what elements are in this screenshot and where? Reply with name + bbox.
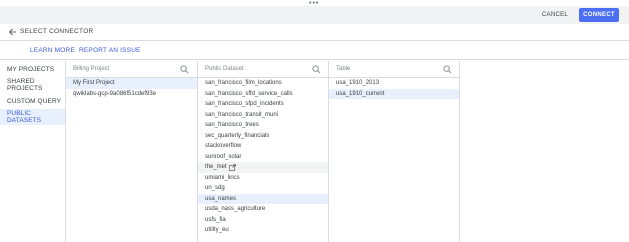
public-dataset-item-label: sunroof_solar bbox=[205, 153, 242, 160]
public-dataset-item[interactable]: sunroof_solar bbox=[198, 152, 328, 163]
public-dataset-item-label: utility_eu bbox=[205, 227, 229, 234]
public-dataset-item[interactable]: san_francisco_sffd_service_calls bbox=[198, 89, 328, 100]
public-dataset-item[interactable]: stackoverflow bbox=[198, 141, 328, 152]
table-list: usa_1910_2013 usa_1910_current bbox=[329, 78, 459, 99]
report-issue-link[interactable]: REPORT AN ISSUE bbox=[79, 47, 141, 54]
public-dataset-item[interactable]: sec_quarterly_financials bbox=[198, 131, 328, 142]
public-dataset-item[interactable]: san_francisco_film_locations bbox=[198, 78, 328, 89]
search-icon[interactable] bbox=[180, 65, 189, 74]
public-dataset-item-label: stackoverflow bbox=[205, 143, 242, 150]
table-label: Table bbox=[336, 66, 351, 72]
public-dataset-item[interactable]: san_francisco_transit_muni bbox=[198, 110, 328, 121]
public-dataset-item[interactable]: usda_nass_agriculture bbox=[198, 204, 328, 215]
billing-project-item-label: qwiklabs-gcp-9a086f51cdef93e bbox=[73, 90, 157, 97]
billing-project-header: Billing Project bbox=[66, 61, 197, 78]
public-dataset-item-label: usda_nass_agriculture bbox=[205, 206, 266, 213]
arrow-left-icon[interactable] bbox=[8, 26, 18, 38]
public-dataset-item-label: usa_names bbox=[205, 195, 237, 202]
table-item-label: usa_1910_2013 bbox=[336, 80, 380, 87]
public-dataset-item[interactable]: the_met bbox=[198, 162, 328, 173]
page-title: SELECT CONNECTOR bbox=[20, 28, 94, 35]
billing-project-label: Billing Project bbox=[73, 66, 110, 72]
public-dataset-item-label: san_francisco_sffd_service_calls bbox=[205, 90, 293, 97]
connect-button[interactable]: CONNECT bbox=[579, 8, 619, 22]
external-link-icon[interactable] bbox=[228, 163, 236, 171]
public-dataset-item[interactable]: un_sdg bbox=[198, 183, 328, 194]
public-dataset-item[interactable]: utility_eu bbox=[198, 225, 328, 236]
search-icon[interactable] bbox=[443, 65, 452, 74]
public-dataset-item-label: un_sdg bbox=[205, 185, 225, 192]
public-dataset-item-label: san_francisco_trees bbox=[205, 122, 259, 129]
public-dataset-item[interactable]: san_francisco_sfpd_incidents bbox=[198, 99, 328, 110]
public-dataset-list: san_francisco_film_locations san_francisc… bbox=[198, 78, 328, 236]
connector-type-nav: MY PROJECTS SHARED PROJECTS CUSTOM QUERY… bbox=[0, 61, 66, 242]
public-dataset-item-label: san_francisco_transit_muni bbox=[205, 111, 279, 118]
table-item-label: usa_1910_current bbox=[336, 90, 385, 97]
table-item[interactable]: usa_1910_current bbox=[329, 88, 459, 99]
public-dataset-label: Public Dataset bbox=[205, 66, 244, 72]
learn-more-link[interactable]: LEARN MORE bbox=[30, 47, 75, 54]
public-dataset-item-label: the_met bbox=[205, 164, 227, 171]
public-dataset-item[interactable]: usfs_fia bbox=[198, 215, 328, 226]
public-dataset-item-label: san_francisco_film_locations bbox=[205, 80, 282, 87]
title-row: SELECT CONNECTOR bbox=[0, 24, 629, 41]
table-column: Table usa_1910_2013 usa_1910_current bbox=[329, 61, 460, 242]
nav-item-custom-query[interactable]: CUSTOM QUERY bbox=[0, 93, 65, 109]
header-bar: CANCEL CONNECT bbox=[0, 6, 629, 24]
public-dataset-item-label: sec_quarterly_financials bbox=[205, 132, 270, 139]
links-row: LEARN MORE REPORT AN ISSUE bbox=[0, 41, 629, 60]
public-dataset-item[interactable]: usa_names bbox=[198, 193, 328, 204]
table-header: Table bbox=[329, 61, 459, 78]
billing-project-item[interactable]: My First Project bbox=[66, 78, 197, 89]
public-dataset-item[interactable]: san_francisco_trees bbox=[198, 120, 328, 131]
nav-item-my-projects[interactable]: MY PROJECTS bbox=[0, 61, 65, 77]
nav-item-shared-projects[interactable]: SHARED PROJECTS bbox=[0, 77, 65, 93]
public-dataset-item[interactable]: umiami_lincs bbox=[198, 173, 328, 184]
table-item[interactable]: usa_1910_2013 bbox=[329, 78, 459, 89]
search-icon[interactable] bbox=[312, 65, 321, 74]
public-dataset-column: Public Dataset san_francisco_film_locati… bbox=[198, 61, 329, 242]
billing-project-list: My First Project qwiklabs-gcp-9a086f51cde… bbox=[66, 78, 197, 99]
nav-item-public-datasets[interactable]: PUBLIC DATASETS bbox=[0, 109, 65, 125]
public-dataset-item-label: san_francisco_sfpd_incidents bbox=[205, 101, 284, 108]
billing-project-item[interactable]: qwiklabs-gcp-9a086f51cdef93e bbox=[66, 89, 197, 100]
billing-project-item-label: My First Project bbox=[73, 80, 115, 87]
cancel-button[interactable]: CANCEL bbox=[538, 9, 572, 21]
billing-project-column: Billing Project My First Project qwiklabs… bbox=[66, 61, 198, 242]
public-dataset-item-label: usfs_fia bbox=[205, 216, 226, 223]
public-dataset-header: Public Dataset bbox=[198, 61, 328, 78]
public-dataset-item-label: umiami_lincs bbox=[205, 174, 240, 181]
